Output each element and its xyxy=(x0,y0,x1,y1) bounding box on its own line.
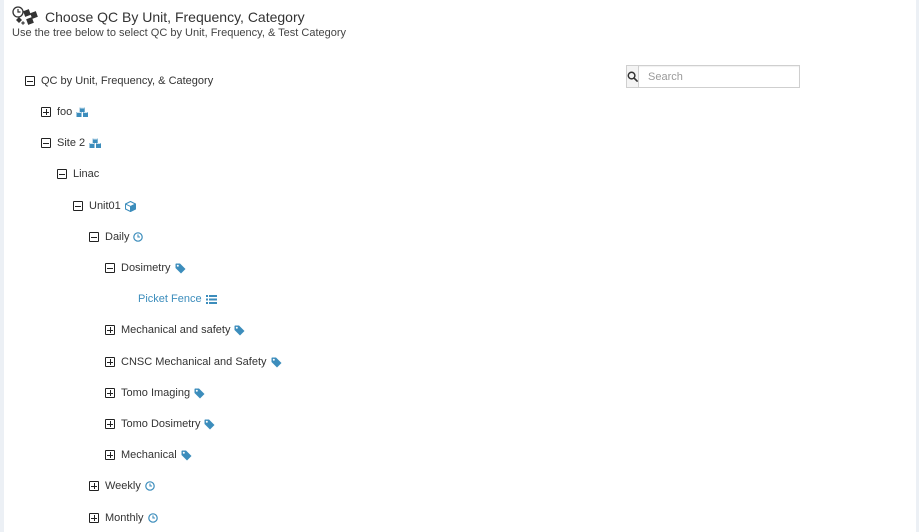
tree-node-dosimetry[interactable]: Dosimetry xyxy=(105,260,186,276)
tree-node-tomo-dosimetry[interactable]: Tomo Dosimetry xyxy=(105,416,215,432)
cubes-icon xyxy=(89,138,103,149)
tree-node-cnsc-mechanical-and-safety[interactable]: CNSC Mechanical and Safety xyxy=(105,354,282,370)
expand-toggle[interactable] xyxy=(105,388,115,398)
tree-node-foo[interactable]: foo xyxy=(41,104,90,120)
tree-node-label[interactable]: Daily xyxy=(105,231,129,243)
tree-node-label[interactable]: Mechanical xyxy=(121,449,177,461)
collapse-toggle[interactable] xyxy=(89,232,99,242)
search-input[interactable] xyxy=(638,65,800,88)
collapse-toggle[interactable] xyxy=(57,169,67,179)
tree-node-label[interactable]: Monthly xyxy=(105,512,144,524)
tree-node-label[interactable]: CNSC Mechanical and Safety xyxy=(121,356,267,368)
tree-node-label[interactable]: Dosimetry xyxy=(121,262,171,274)
page-subtitle: Use the tree below to select QC by Unit,… xyxy=(12,27,347,39)
tag-icon xyxy=(271,357,282,368)
tree-node-monthly[interactable]: Monthly xyxy=(89,510,158,526)
search-button[interactable] xyxy=(626,65,638,88)
expand-toggle[interactable] xyxy=(105,325,115,335)
collapse-toggle[interactable] xyxy=(105,263,115,273)
expand-toggle[interactable] xyxy=(41,107,51,117)
tree-node-label[interactable]: Unit01 xyxy=(89,200,121,212)
tree-node-label[interactable]: foo xyxy=(57,106,72,118)
tag-icon xyxy=(194,388,205,399)
clock-icon xyxy=(147,513,158,523)
tree-node-tomo-imaging[interactable]: Tomo Imaging xyxy=(105,385,205,401)
cube-icon xyxy=(124,200,136,212)
page-header: Choose QC By Unit, Frequency, Category xyxy=(12,6,305,28)
tree-node-label[interactable]: QC by Unit, Frequency, & Category xyxy=(41,75,213,87)
tree-node-daily[interactable]: Daily xyxy=(89,229,144,245)
expand-toggle[interactable] xyxy=(89,481,99,491)
clock-icon xyxy=(133,232,144,242)
list-icon xyxy=(205,294,217,304)
tag-icon xyxy=(204,419,215,430)
tree-node-picket-fence[interactable]: Picket Fence xyxy=(138,291,217,307)
tree-node-label[interactable]: Mechanical and safety xyxy=(121,324,230,336)
page-title: Choose QC By Unit, Frequency, Category xyxy=(45,9,305,25)
tree-node-root[interactable]: QC by Unit, Frequency, & Category xyxy=(25,73,213,89)
tree-node-site-2[interactable]: Site 2 xyxy=(41,135,103,151)
expand-toggle[interactable] xyxy=(89,513,99,523)
tree-node-mechanical[interactable]: Mechanical xyxy=(105,447,192,463)
tree-node-label[interactable]: Weekly xyxy=(105,480,141,492)
collapse-toggle[interactable] xyxy=(73,201,83,211)
expand-toggle[interactable] xyxy=(105,450,115,460)
tree-node-label[interactable]: Site 2 xyxy=(57,137,85,149)
clock-icon xyxy=(145,481,155,491)
collapse-toggle[interactable] xyxy=(25,76,35,86)
search-icon xyxy=(627,71,638,82)
expand-toggle[interactable] xyxy=(105,419,115,429)
tree-search xyxy=(626,65,800,88)
tree-node-linac[interactable]: Linac xyxy=(57,166,99,182)
tree-node-label[interactable]: Linac xyxy=(73,168,99,180)
tag-icon xyxy=(181,450,192,461)
tree-node-mechanical-and-safety[interactable]: Mechanical and safety xyxy=(105,322,245,338)
qc-tree-icon xyxy=(12,6,38,25)
collapse-toggle[interactable] xyxy=(41,138,51,148)
tree-node-label[interactable]: Tomo Dosimetry xyxy=(121,418,200,430)
tag-icon xyxy=(234,325,245,336)
test-list-link[interactable]: Picket Fence xyxy=(138,293,202,305)
tree-node-label[interactable]: Tomo Imaging xyxy=(121,387,190,399)
tree-node-unit01[interactable]: Unit01 xyxy=(73,198,136,214)
left-border xyxy=(0,0,4,532)
cubes-icon xyxy=(76,107,90,118)
tree-node-weekly[interactable]: Weekly xyxy=(89,478,155,494)
expand-toggle[interactable] xyxy=(105,357,115,367)
tag-icon xyxy=(175,263,186,274)
